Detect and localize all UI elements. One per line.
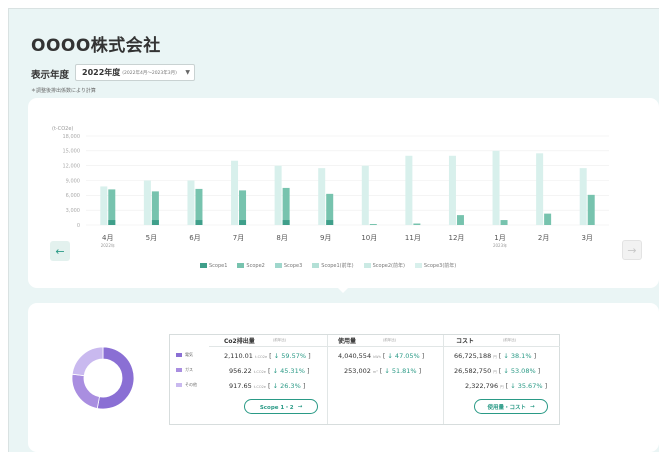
row-label-electricity: 電気: [176, 352, 193, 358]
row-label-gas: ガス: [176, 367, 193, 373]
next-year-button[interactable]: →: [622, 240, 642, 260]
col-header-cost-sub: (前年比): [503, 338, 517, 342]
column-divider: [443, 335, 444, 424]
col-header-usage: 使用量: [338, 338, 357, 345]
usage-gas: 253,002 m³[ ↓ 51.81% ]: [344, 367, 422, 375]
year-label: 表示年度: [31, 70, 70, 81]
col-header-co2: Co2排出量: [224, 338, 255, 345]
year-value: 2022年度: [82, 68, 121, 77]
legend-scope1-prev: Scope1(前年): [312, 262, 354, 269]
cost-other: 2,322,796 円[ ↓ 35.67% ]: [465, 382, 548, 390]
scope-detail-button[interactable]: Scope 1・2 →: [244, 399, 318, 414]
page-title: OOOO株式会社: [31, 36, 161, 56]
arrow-right-icon: →: [529, 403, 535, 410]
year-select[interactable]: 2022年度 (2022年4月〜2023年3月) ▼: [75, 64, 195, 81]
arrow-right-icon: →: [297, 403, 303, 410]
donut-chart: [71, 346, 135, 410]
column-divider: [327, 335, 328, 424]
co2-electricity: 2,110.01 t-CO2e[ ↓ 59.57% ]: [224, 352, 311, 360]
donut-slice: [71, 373, 100, 409]
chevron-down-icon: ▼: [185, 69, 190, 76]
usage-cost-button[interactable]: 使用量・コスト →: [474, 399, 548, 414]
col-header-co2-sub: (前年比): [273, 338, 287, 342]
col-header-cost: コスト: [456, 338, 475, 345]
monthly-emissions-card: [28, 98, 659, 288]
cost-gas: 26,582,750 円[ ↓ 53.08% ]: [454, 367, 541, 375]
card-pointer: [336, 286, 350, 293]
emission-factor-note: ＊調整後排出係数により計算: [31, 88, 96, 94]
table-header-divider: [209, 346, 560, 347]
legend-scope3: Scope3: [274, 262, 302, 269]
year-range: (2022年4月〜2023年3月): [122, 70, 177, 76]
legend-scope3-prev: Scope3(前年): [414, 262, 456, 269]
co2-other: 917.65 t-CO2e[ ↓ 26.3% ]: [229, 382, 306, 390]
cost-electricity: 66,725,188 円[ ↓ 38.1% ]: [454, 352, 537, 360]
legend-scope1: Scope1: [200, 262, 227, 269]
legend-scope2-prev: Scope2(前年): [363, 262, 405, 269]
chart-legend: Scope1 Scope2 Scope3 Scope1(前年) Scope2(前…: [200, 262, 456, 269]
prev-year-button[interactable]: ←: [50, 241, 70, 261]
donut-slice: [71, 346, 104, 377]
legend-scope2: Scope2: [237, 262, 265, 269]
co2-gas: 956.22 t-CO2e[ ↓ 45.31% ]: [229, 367, 310, 375]
usage-electricity: 4,040,554 kWh[ ↓ 47.05% ]: [338, 352, 425, 360]
col-header-usage-sub: (前年比): [383, 338, 397, 342]
row-label-other: その他: [176, 382, 197, 388]
